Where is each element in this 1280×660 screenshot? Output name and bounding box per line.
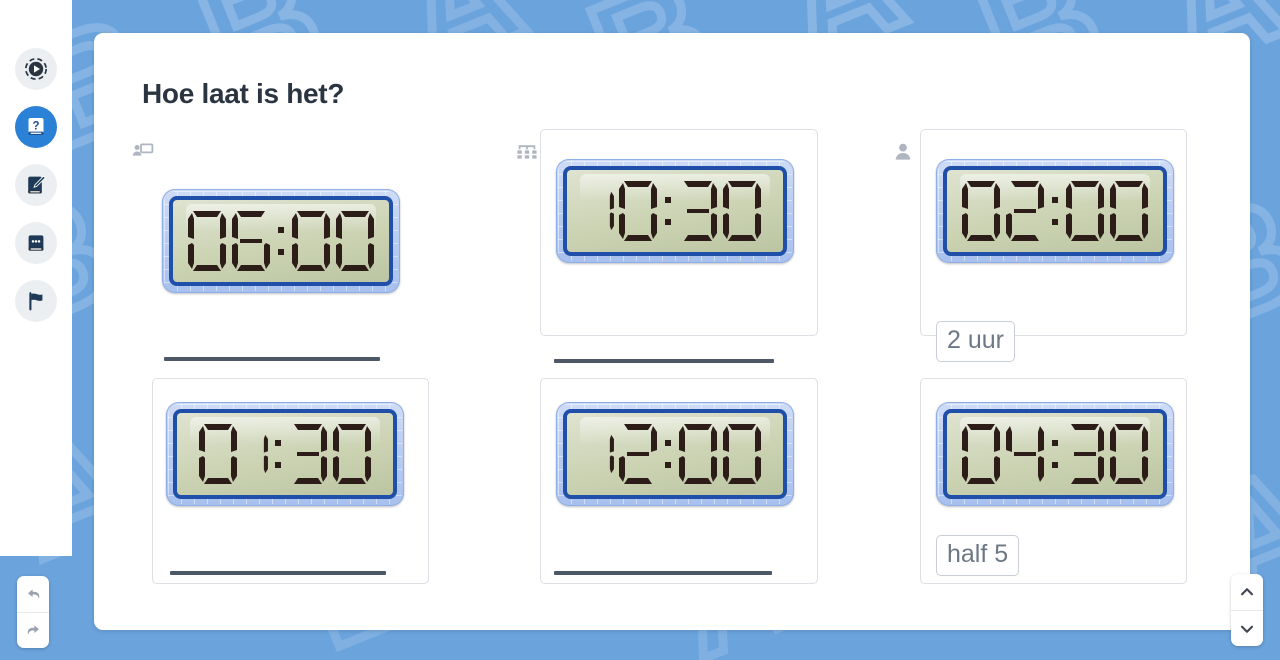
sidebar-item-flag[interactable] — [15, 280, 57, 322]
seven-seg-digit — [1110, 424, 1148, 484]
seven-seg-digit — [1006, 181, 1044, 241]
sidebar: ? — [0, 48, 72, 322]
clock-time-display — [959, 178, 1151, 244]
seven-seg-digit — [1006, 426, 1044, 482]
book-question-icon: ? — [24, 115, 48, 139]
chevron-up-icon — [1239, 584, 1255, 600]
answer-value-box[interactable]: 2 uur — [936, 321, 1015, 362]
seven-seg-digit — [723, 181, 761, 241]
clock-time-display — [586, 178, 764, 244]
seven-seg-digit — [1071, 424, 1104, 484]
seven-seg-digit — [188, 211, 226, 271]
seven-seg-digit — [619, 424, 657, 484]
digital-clock — [936, 159, 1174, 263]
seven-seg-digit — [336, 211, 374, 271]
sidebar-item-write[interactable] — [15, 164, 57, 206]
digital-clock — [556, 402, 794, 506]
sidebar-item-notebook[interactable] — [15, 222, 57, 264]
exercise-grid: 2 uur half 5 — [116, 129, 1236, 584]
exercise-item: half 5 — [892, 370, 1236, 584]
book-dots-icon — [24, 231, 48, 255]
exercise-item: 2 uur — [892, 129, 1236, 370]
digital-clock — [556, 159, 794, 263]
clock-colon — [273, 208, 289, 274]
clock-colon — [270, 421, 286, 487]
seven-seg-digit — [962, 424, 1000, 484]
clock-colon — [1047, 421, 1063, 487]
seven-seg-digit — [609, 434, 614, 474]
presentation-person-icon — [132, 141, 154, 163]
sidebar-item-questions[interactable]: ? — [15, 106, 57, 148]
seven-seg-digit — [263, 434, 268, 474]
worksheet-sheet: Hoe laat is het? 2 uur half 5 — [94, 33, 1250, 630]
scroll-down-button[interactable] — [1231, 610, 1263, 646]
clock-time-display — [586, 421, 764, 487]
answer-blank-line[interactable] — [164, 357, 380, 361]
seven-seg-digit — [679, 424, 717, 484]
seven-seg-digit — [199, 424, 237, 484]
digital-clock — [162, 189, 400, 293]
exercise-item — [504, 129, 892, 370]
seven-seg-digit — [1066, 181, 1104, 241]
seven-seg-digit — [723, 424, 761, 484]
chevron-down-icon — [1239, 621, 1255, 637]
clock-colon — [660, 178, 676, 244]
page-title: Hoe laat is het? — [142, 78, 345, 109]
seven-seg-digit — [232, 211, 270, 271]
exercise-item — [116, 129, 504, 370]
exercise-item — [116, 370, 504, 584]
undo-redo-group — [17, 576, 49, 648]
seven-seg-digit — [1110, 181, 1148, 241]
digital-clock — [166, 402, 404, 506]
clock-time-display — [959, 421, 1151, 487]
answer-value-box[interactable]: half 5 — [936, 535, 1020, 576]
play-circle-icon — [24, 57, 48, 81]
seven-seg-digit — [333, 424, 371, 484]
clock-time-display — [185, 208, 377, 274]
seven-seg-digit — [962, 181, 1000, 241]
answer-blank-line[interactable] — [554, 359, 774, 363]
flag-icon — [24, 289, 48, 313]
exercise-item — [504, 370, 892, 584]
undo-arrow-icon — [25, 586, 42, 603]
scroll-up-button[interactable] — [1231, 574, 1263, 610]
seven-seg-digit — [294, 424, 327, 484]
seven-seg-digit — [609, 191, 614, 231]
answer-blank-line[interactable] — [170, 571, 386, 575]
redo-button[interactable] — [17, 612, 49, 648]
seven-seg-digit — [684, 181, 717, 241]
clock-time-display — [196, 421, 374, 487]
seven-seg-digit — [292, 211, 330, 271]
single-person-icon — [892, 141, 914, 163]
answer-blank-line[interactable] — [554, 571, 772, 575]
page-nav-group — [1231, 574, 1263, 646]
svg-text:?: ? — [32, 120, 39, 132]
digital-clock — [936, 402, 1174, 506]
clock-colon — [660, 421, 676, 487]
seven-seg-digit — [619, 181, 657, 241]
redo-arrow-icon — [25, 622, 42, 639]
org-chart-group-icon — [516, 142, 538, 164]
sidebar-item-play[interactable] — [15, 48, 57, 90]
undo-button[interactable] — [17, 576, 49, 612]
pencil-book-icon — [24, 173, 48, 197]
clock-colon — [1047, 178, 1063, 244]
